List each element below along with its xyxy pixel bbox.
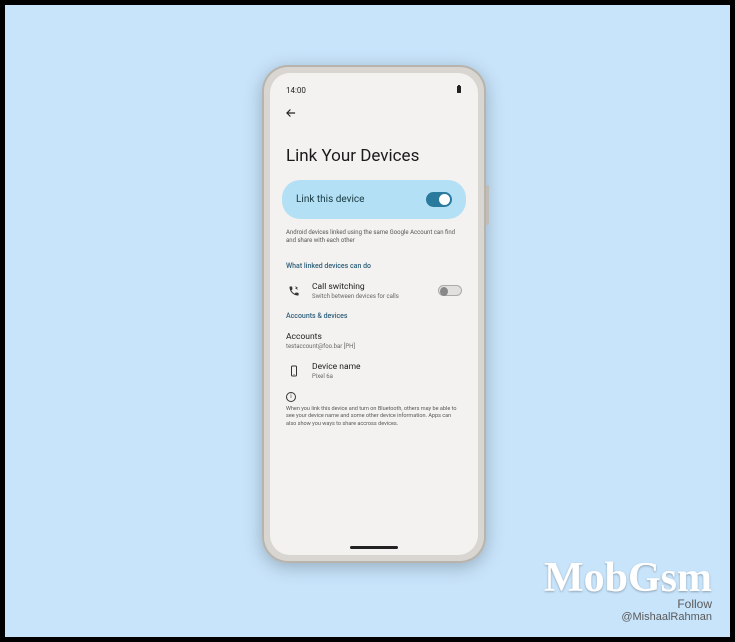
back-button[interactable] xyxy=(282,97,466,128)
phone-icon xyxy=(288,365,300,377)
accounts-subtitle: testaccount@foo.bar [PH] xyxy=(286,343,462,350)
battery-icon xyxy=(456,85,462,96)
phone-frame: 14:00 Link Your Devices Link this device… xyxy=(262,65,486,563)
call-switching-toggle[interactable] xyxy=(438,285,462,296)
info-icon: i xyxy=(286,392,296,402)
device-name-title: Device name xyxy=(312,362,462,372)
phone-swap-icon xyxy=(288,285,300,297)
section-header-accounts: Accounts & devices xyxy=(282,306,466,326)
page-title: Link Your Devices xyxy=(282,128,466,180)
arrow-left-icon xyxy=(284,106,298,120)
link-this-device-toggle[interactable] xyxy=(426,192,452,207)
device-name-row[interactable]: Device name Pixel 6a xyxy=(282,356,466,386)
footer-text: When you link this device and turn on Bl… xyxy=(282,406,466,429)
accounts-row[interactable]: Accounts testaccount@foo.bar [PH] xyxy=(282,326,466,356)
hero-description: Android devices linked using the same Go… xyxy=(282,229,466,256)
section-header-capabilities: What linked devices can do xyxy=(282,256,466,276)
watermark-handle: @MishaalRahman xyxy=(544,611,712,623)
status-time: 14:00 xyxy=(286,86,306,95)
call-switching-row[interactable]: Call switching Switch between devices fo… xyxy=(282,276,466,306)
watermark-brand: MobGsm xyxy=(544,557,712,599)
background-canvas: 14:00 Link Your Devices Link this device… xyxy=(5,5,730,637)
call-switching-title: Call switching xyxy=(312,282,428,292)
accounts-title: Accounts xyxy=(286,332,462,342)
screen: 14:00 Link Your Devices Link this device… xyxy=(270,73,478,555)
call-switching-subtitle: Switch between devices for calls xyxy=(312,293,428,300)
status-bar: 14:00 xyxy=(282,83,466,97)
link-this-device-label: Link this device xyxy=(296,194,364,205)
link-this-device-card[interactable]: Link this device xyxy=(282,180,466,219)
nav-bar[interactable] xyxy=(282,540,466,549)
watermark: MobGsm Follow @MishaalRahman xyxy=(544,557,712,623)
device-name-subtitle: Pixel 6a xyxy=(312,373,462,380)
nav-pill xyxy=(350,546,398,549)
